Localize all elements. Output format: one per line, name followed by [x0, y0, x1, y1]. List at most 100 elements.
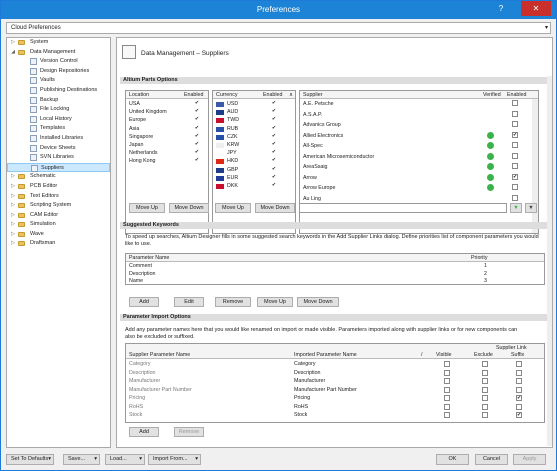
suffix-checkbox[interactable]	[516, 386, 522, 393]
chevron-right-icon[interactable]: ▷	[10, 192, 16, 202]
tree-item-scripting-system[interactable]: ▷ Scripting System	[7, 201, 110, 211]
tree-item-svn-libraries[interactable]: SVN Libraries	[7, 153, 110, 163]
location-enabled-checkbox[interactable]: ✔	[194, 133, 200, 140]
cancel-button[interactable]: Cancel	[475, 454, 508, 465]
tree-item-draftsman[interactable]: ▷ Draftsman	[7, 239, 110, 249]
keyword-row[interactable]: Description 2	[126, 271, 544, 278]
location-enabled-checkbox[interactable]: ✔	[194, 158, 200, 165]
currency-enabled-checkbox[interactable]: ✔	[271, 158, 277, 165]
chevron-right-icon[interactable]: ▷	[10, 211, 16, 221]
chevron-right-icon[interactable]: ▷	[10, 172, 16, 182]
currency-enabled-checkbox[interactable]: ✔	[271, 142, 277, 148]
tree-item-pcb-editor[interactable]: ▷ PCB Editor	[7, 182, 110, 192]
suffix-checkbox[interactable]	[516, 378, 522, 384]
currency-enabled-checkbox[interactable]: ✔	[271, 183, 277, 189]
chevron-right-icon[interactable]: ▷	[10, 201, 16, 211]
import-row[interactable]: Manufacturer Part Number Manufacturer Par…	[126, 386, 544, 395]
load-button[interactable]: Load... ▾	[105, 454, 145, 465]
exclude-checkbox[interactable]	[482, 403, 488, 410]
visible-checkbox[interactable]	[444, 395, 450, 401]
tree-item-vaults[interactable]: Vaults	[7, 76, 110, 86]
currency-enabled-checkbox[interactable]: ✔	[271, 109, 277, 116]
imported-param-name[interactable]: Pricing	[294, 395, 310, 401]
suffix-checkbox[interactable]	[516, 369, 522, 376]
chevron-down-icon[interactable]: ▾	[545, 24, 548, 31]
tree-item-simulation[interactable]: ▷ Simulation	[7, 220, 110, 230]
visible-checkbox[interactable]	[444, 403, 450, 410]
chevron-right-icon[interactable]: ▷	[10, 239, 16, 249]
exclude-checkbox[interactable]	[482, 361, 488, 367]
imported-param-name[interactable]: Category	[294, 361, 316, 367]
import-from-button[interactable]: Import From... ▾	[148, 454, 201, 465]
location-enabled-checkbox[interactable]: ✔	[194, 150, 200, 157]
tree-item-installed-libraries[interactable]: Installed Libraries	[7, 134, 110, 144]
chevron-right-icon[interactable]: ▷	[10, 38, 16, 48]
import-row[interactable]: Stock Stock ✔	[126, 412, 544, 420]
exclude-checkbox[interactable]	[482, 395, 488, 401]
import-remove-button[interactable]: Remove	[174, 427, 204, 437]
keyword-move-down-button[interactable]: Move Down	[297, 297, 339, 307]
apply-button[interactable]: Apply	[513, 454, 546, 465]
tree-item-file-locking[interactable]: File Locking	[7, 105, 110, 115]
suffix-checkbox[interactable]: ✔	[516, 412, 522, 418]
tree-item-publishing-destinations[interactable]: Publishing Destinations	[7, 86, 110, 96]
imported-param-name[interactable]: Manufacturer	[294, 378, 325, 384]
panel-scrollbar[interactable]	[547, 76, 552, 446]
tree-item-design-repositories[interactable]: Design Repositories	[7, 67, 110, 77]
visible-checkbox[interactable]	[444, 361, 450, 367]
exclude-checkbox[interactable]	[482, 386, 488, 393]
currency-enabled-checkbox[interactable]: ✔	[271, 133, 277, 140]
location-enabled-checkbox[interactable]: ✔	[194, 101, 200, 107]
currency-enabled-checkbox[interactable]: ✔	[271, 101, 277, 107]
tree-item-wave[interactable]: ▷ Wave	[7, 230, 110, 240]
imported-param-name[interactable]: Manufacturer Part Number	[294, 387, 357, 393]
supplier-enabled-checkbox[interactable]	[512, 121, 518, 127]
verified-filter-icon[interactable]: ▼	[510, 203, 522, 213]
chevron-down-icon[interactable]: ◢	[10, 48, 16, 58]
supplier-enabled-checkbox[interactable]	[512, 100, 518, 106]
ok-button[interactable]: OK	[436, 454, 469, 465]
filter-icon[interactable]: ▼	[525, 203, 537, 213]
keyword-edit-button[interactable]: Edit	[174, 297, 204, 307]
exclude-checkbox[interactable]	[482, 412, 488, 418]
currency-move-up-button[interactable]: Move Up	[215, 203, 251, 213]
suffix-checkbox[interactable]	[516, 361, 522, 367]
suffix-checkbox[interactable]: ✔	[516, 395, 522, 401]
tree-item-system[interactable]: ▷ System	[7, 38, 110, 48]
tree-item-suppliers[interactable]: Suppliers	[7, 162, 110, 173]
currency-enabled-checkbox[interactable]: ✔	[271, 150, 277, 157]
imported-param-name[interactable]: RoHS	[294, 404, 308, 410]
supplier-filter-input[interactable]	[299, 203, 507, 213]
currency-enabled-checkbox[interactable]: ✔	[271, 174, 277, 181]
tree-item-data-management[interactable]: ◢ Data Management	[7, 48, 110, 58]
close-icon[interactable]: ✕	[521, 1, 551, 16]
tree-item-schematic[interactable]: ▷ Schematic	[7, 172, 110, 182]
supplier-enabled-checkbox[interactable]	[512, 194, 518, 201]
exclude-checkbox[interactable]	[482, 369, 488, 376]
supplier-enabled-checkbox[interactable]	[512, 152, 518, 159]
chevron-right-icon[interactable]: ▷	[10, 182, 16, 192]
keyword-row[interactable]: Name 3	[126, 278, 544, 284]
chevron-right-icon[interactable]: ▷	[10, 230, 16, 240]
exclude-checkbox[interactable]	[482, 378, 488, 384]
tree-item-templates[interactable]: Templates	[7, 124, 110, 134]
currency-enabled-checkbox[interactable]: ✔	[271, 125, 277, 132]
visible-checkbox[interactable]	[444, 412, 450, 418]
import-row[interactable]: Pricing Pricing ✔	[126, 395, 544, 403]
import-row[interactable]: Category Category	[126, 361, 544, 369]
import-row[interactable]: Manufacturer Manufacturer	[126, 378, 544, 386]
supplier-enabled-checkbox[interactable]	[512, 163, 518, 169]
imported-param-name[interactable]: Description	[294, 370, 321, 376]
keyword-row[interactable]: Comment 1	[126, 263, 544, 270]
currency-move-down-button[interactable]: Move Down	[255, 203, 295, 213]
tree-item-cam-editor[interactable]: ▷ CAM Editor	[7, 211, 110, 221]
imported-param-name[interactable]: Stock	[294, 412, 307, 418]
visible-checkbox[interactable]	[444, 378, 450, 384]
supplier-enabled-checkbox[interactable]: ✔	[512, 131, 518, 138]
supplier-enabled-checkbox[interactable]	[512, 110, 518, 117]
visible-checkbox[interactable]	[444, 386, 450, 393]
set-defaults-button[interactable]: Set To Defaults ▾	[6, 454, 54, 465]
supplier-enabled-checkbox[interactable]	[512, 142, 518, 148]
save-button[interactable]: Save... ▾	[63, 454, 100, 465]
tree-item-text-editors[interactable]: ▷ Text Editors	[7, 192, 110, 202]
